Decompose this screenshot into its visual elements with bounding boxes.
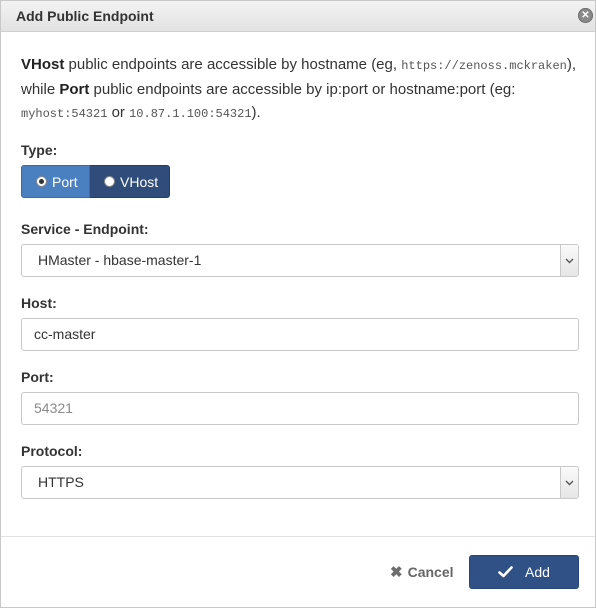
footer-divider [1,536,595,537]
protocol-select[interactable]: HTTPS [21,466,579,499]
port-example-1: myhost:54321 [21,107,108,121]
dialog-titlebar: Add Public Endpoint ✕ [1,1,595,32]
service-endpoint-value: HMaster - hbase-master-1 [38,252,202,268]
chevron-down-icon[interactable] [560,245,578,276]
cancel-button[interactable]: ✖ Cancel [390,563,454,581]
checkmark-icon [498,566,513,578]
vhost-term: VHost [21,56,65,73]
add-label: Add [525,564,550,580]
port-input[interactable]: 54321 [21,392,579,425]
type-label: Type: [21,142,58,158]
radio-selected-icon [36,176,47,187]
service-endpoint-select[interactable]: HMaster - hbase-master-1 [21,244,579,277]
type-segmented-control: Port VHost [21,165,170,198]
protocol-value: HTTPS [38,474,84,490]
type-option-port[interactable]: Port [21,165,90,198]
add-public-endpoint-dialog: Add Public Endpoint ✕ VHost public endpo… [0,0,596,608]
port-term: Port [59,81,90,98]
intro-text-4: or [107,104,130,121]
close-x-icon: ✖ [390,564,403,581]
service-endpoint-label: Service - Endpoint: [21,221,149,237]
intro-text-1: public endpoints are accessible by hostn… [64,56,402,73]
host-input[interactable]: cc-master [21,318,579,351]
type-option-vhost-label: VHost [120,173,159,190]
type-option-vhost[interactable]: VHost [90,165,170,198]
host-value: cc-master [34,326,96,342]
port-placeholder: 54321 [34,400,73,416]
add-button[interactable]: Add [469,555,579,589]
intro-text: VHost public endpoints are accessible by… [21,53,581,126]
type-option-port-label: Port [52,173,78,190]
port-example-2: 10.87.1.100:54321 [129,107,252,121]
host-label: Host: [21,295,57,311]
close-icon[interactable]: ✕ [578,8,593,23]
radio-unselected-icon [104,176,115,187]
dialog-title: Add Public Endpoint [16,8,154,24]
port-label: Port: [21,369,54,385]
protocol-label: Protocol: [21,443,83,459]
cancel-label: Cancel [407,564,454,580]
intro-text-5: ). [251,104,261,121]
chevron-down-icon[interactable] [560,467,578,498]
vhost-example: https://zenoss.mckraken [401,59,567,73]
intro-text-3: public endpoints are accessible by ip:po… [89,81,516,98]
